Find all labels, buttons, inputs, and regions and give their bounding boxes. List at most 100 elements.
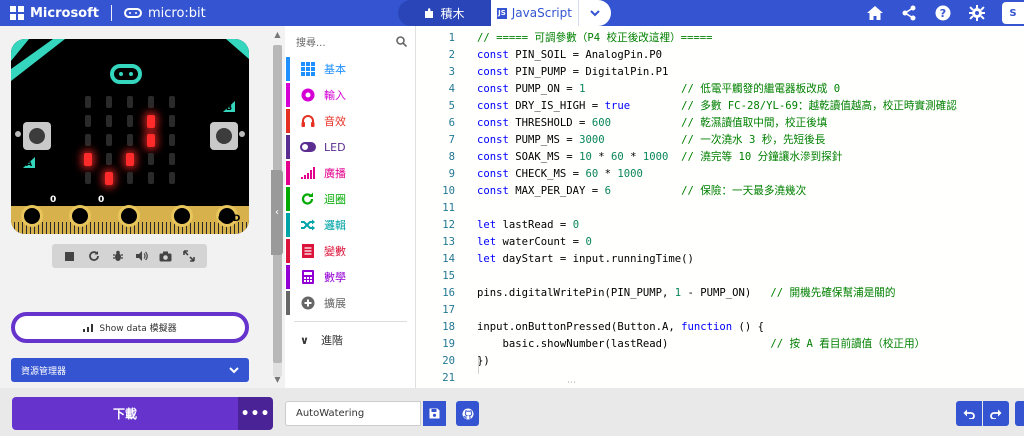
toolbox-category[interactable]: 擴展 — [286, 290, 415, 316]
toolbox-category[interactable]: LED — [286, 134, 415, 160]
chevron-down-icon — [229, 366, 239, 373]
restart-button[interactable] — [87, 249, 101, 263]
download-button[interactable]: 下載 — [12, 397, 238, 430]
undo-icon — [963, 409, 975, 419]
led-cell — [141, 93, 161, 112]
code-line[interactable]: 18 input.onButtonPressed(Button.A, functi… — [417, 319, 1024, 336]
resize-grip-icon[interactable]: ⋯ — [567, 378, 576, 388]
microbit-logo-touch[interactable] — [110, 64, 142, 84]
tab-blocks[interactable]: 積木 — [398, 0, 491, 26]
toolbox-search[interactable]: 搜尋... — [286, 26, 415, 56]
code-token: * — [598, 168, 618, 180]
input-icon — [300, 87, 316, 103]
show-data-button[interactable]: Show data 模擬器 — [11, 312, 249, 343]
code-line[interactable]: 9 const CHECK_MS = 60 * 1000 — [417, 166, 1024, 183]
undo-button[interactable] — [956, 401, 982, 426]
code-line[interactable]: 5 const DRY_IS_HIGH = true // 多數 FC-28/YL… — [417, 98, 1024, 115]
brand[interactable]: Microsoft micro:bit — [10, 0, 206, 26]
led-off — [106, 115, 112, 127]
code-text: let lastRead = 0 — [477, 217, 579, 234]
led-on — [126, 153, 134, 166]
code-token: SOAK_MS = — [508, 151, 580, 163]
code-line[interactable]: 10 const MAX_PER_DAY = 6 // 保險：一天最多澆幾次 — [417, 183, 1024, 200]
code-line[interactable]: 12 let lastRead = 0 — [417, 217, 1024, 234]
speaker-icon — [135, 251, 148, 261]
code-line[interactable]: 13 let waterCount = 0 — [417, 234, 1024, 251]
save-button[interactable] — [423, 401, 446, 426]
led-cell — [120, 112, 140, 131]
toolbox-category[interactable]: 數學 — [286, 264, 415, 290]
toolbox-category[interactable]: 音效 — [286, 108, 415, 134]
code-line[interactable]: 15 — [417, 268, 1024, 285]
stop-icon — [65, 251, 75, 261]
zoom-button[interactable] — [1015, 401, 1024, 426]
code-token: dayStart = input.runningTime() — [496, 253, 694, 265]
code-line[interactable]: 11 — [417, 200, 1024, 217]
collapse-simulator-button[interactable]: ‹ — [271, 170, 283, 255]
code-line[interactable]: 2 const PIN_SOIL = AnalogPin.P0 — [417, 47, 1024, 64]
share-button[interactable] — [892, 0, 926, 26]
toolbox-search-input[interactable]: 搜尋... — [296, 34, 326, 49]
code-line[interactable]: 16 pins.digitalWritePin(PIN_PUMP, 1 - PUM… — [417, 285, 1024, 302]
code-line[interactable]: 1 // ===== 可調參數（P4 校正後改這裡）===== — [417, 30, 1024, 47]
github-button[interactable] — [456, 401, 479, 426]
bar-chart-icon — [83, 323, 94, 332]
mute-button[interactable] — [134, 249, 148, 263]
scroll-up-icon[interactable]: ▲ — [273, 30, 282, 39]
button-b[interactable] — [210, 122, 238, 150]
toolbox-category[interactable]: 廣播 — [286, 160, 415, 186]
code-line[interactable]: 3 const PIN_PUMP = DigitalPin.P1 — [417, 64, 1024, 81]
button-a[interactable] — [23, 122, 51, 150]
toolbox-category[interactable]: 邏輯 — [286, 212, 415, 238]
toolbox-category[interactable]: 迴圈 — [286, 186, 415, 212]
search-icon — [396, 35, 407, 47]
toolbox-category[interactable]: 基本 — [286, 56, 415, 82]
toolbox-advanced[interactable]: ∨ 進階 — [286, 327, 415, 353]
line-number: 12 — [442, 219, 455, 231]
pin-value: 0 — [50, 195, 57, 205]
code-line[interactable]: 14 let dayStart = input.runningTime() — [417, 251, 1024, 268]
settings-button[interactable] — [960, 0, 994, 26]
code-line[interactable]: 4 const PUMP_ON = 1 // 低電平觸發的繼電器板改成 0 — [417, 81, 1024, 98]
microbit-logo-icon — [123, 8, 142, 18]
stop-button[interactable] — [63, 249, 77, 263]
fullscreen-button[interactable] — [182, 249, 196, 263]
project-name-input[interactable] — [285, 401, 421, 426]
code-editor[interactable]: 1 // ===== 可調參數（P4 校正後改這裡）===== 2 const PIN… — [417, 26, 1024, 388]
code-token: PIN_SOIL = AnalogPin.P0 — [508, 49, 662, 61]
explorer-toggle[interactable]: 資源管理器 — [11, 358, 249, 382]
screenshot-button[interactable] — [158, 249, 172, 263]
home-button[interactable] — [858, 0, 892, 26]
help-button[interactable]: ? — [926, 0, 960, 26]
tab-javascript[interactable]: JS JavaScript — [491, 0, 578, 26]
toolbox-category[interactable]: 輸入 — [286, 82, 415, 108]
category-color-bar — [286, 239, 290, 263]
user-avatar[interactable]: S — [1002, 2, 1024, 24]
category-color-bar — [286, 161, 290, 185]
language-dropdown-button[interactable] — [578, 0, 611, 26]
debug-button[interactable] — [111, 249, 125, 263]
redo-button[interactable] — [983, 401, 1009, 426]
download-options-button[interactable]: ••• — [238, 397, 273, 430]
list-icon — [300, 243, 316, 259]
chevron-down-icon — [590, 9, 600, 16]
code-line[interactable]: 21 — [417, 370, 1024, 387]
brand-name: Microsoft — [30, 5, 99, 21]
toolbox-category[interactable]: 變數 — [286, 238, 415, 264]
code-line[interactable]: 8 const SOAK_MS = 10 * 60 * 1000 // 澆完等 1… — [417, 149, 1024, 166]
code-line[interactable]: 6 const THRESHOLD = 600 // 乾濕讀值取中間，校正後填 — [417, 115, 1024, 132]
code-keyword: function — [681, 321, 733, 333]
led-off — [127, 134, 133, 146]
code-text: // ===== 可調參數（P4 校正後改這裡）===== — [477, 30, 713, 47]
code-line[interactable]: 7 const PUMP_MS = 3000 // 一次澆水 3 秒，先短後長 — [417, 132, 1024, 149]
scroll-down-icon[interactable]: ▼ — [273, 375, 282, 384]
code-line[interactable]: 19 basic.showNumber(lastRead) // 按 A 看目前… — [417, 336, 1024, 353]
code-token: CHECK_MS = — [508, 168, 586, 180]
code-keyword: const — [477, 117, 509, 129]
code-line[interactable]: 17 — [417, 302, 1024, 319]
code-text: const PIN_PUMP = DigitalPin.P1 — [477, 64, 668, 81]
microsoft-logo-icon — [10, 6, 24, 20]
code-line[interactable]: 20}) — [417, 353, 1024, 370]
